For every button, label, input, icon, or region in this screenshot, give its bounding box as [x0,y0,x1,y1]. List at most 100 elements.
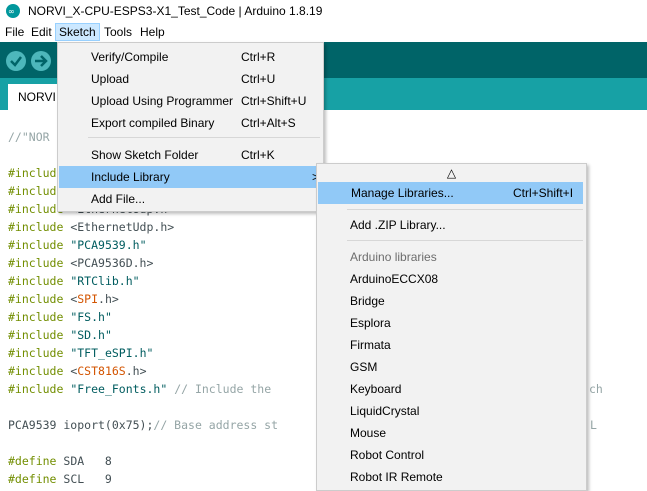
scroll-up-arrow-icon[interactable]: △ [317,164,586,182]
code-token: // Base address st [153,418,279,432]
library-item-label: Robot IR Remote [350,470,443,484]
library-item-label: Esplora [350,316,391,330]
code-fragment: ch [589,382,603,396]
menu-item-verify-compile[interactable]: Verify/Compile Ctrl+R [58,46,323,68]
library-item[interactable]: Robot IR Remote [317,466,586,488]
code-token: #include [8,184,64,198]
menu-item-label: Upload Using Programmer [91,94,234,108]
library-item[interactable]: Esplora [317,312,586,334]
code-token: SDA 8 [56,454,112,468]
menu-item-label: Verify/Compile [91,50,169,64]
code-token: #include [8,220,64,234]
menu-item-shortcut: Ctrl+Alt+S [241,116,296,130]
code-line: #include [8,184,63,202]
include-library-submenu: △ Manage Libraries... Ctrl+Shift+I Add .… [316,163,587,491]
library-item[interactable]: Bridge [317,290,586,312]
menu-item-shortcut: Ctrl+R [241,50,276,64]
code-line: #include <EthernetUdp.h> [8,220,174,238]
menu-item-shortcut: Ctrl+U [241,72,276,86]
code-line: #include <PCA9536D.h> [8,256,153,274]
code-line: #include <CST816S.h> [8,364,147,382]
title-bar: ∞ NORVI_X-CPU-ESPS3-X1_Test_Code | Ardui… [0,0,647,22]
menu-item-shortcut: Ctrl+Shift+U [241,94,307,108]
code-token: #include [8,382,64,396]
upload-button[interactable] [31,51,51,71]
library-item[interactable]: LiquidCrystal [317,400,586,422]
menu-item-label: Export compiled Binary [91,116,215,130]
code-token: "Free_Fonts.h" [70,382,168,396]
library-item-label: GSM [350,360,378,374]
code-token: "RTClib.h" [70,274,140,288]
code-token: .h> [125,364,147,378]
menu-item-add-zip-library[interactable]: Add .ZIP Library... [317,214,586,236]
menu-item-label: Include Library [91,170,170,184]
library-item[interactable]: GSM [317,356,586,378]
code-token: #include [8,328,64,342]
code-line: //"NOR [8,130,50,148]
menu-item-shortcut: Ctrl+K [241,148,275,162]
library-item-label: Firmata [350,338,391,352]
menu-separator [88,137,320,138]
code-line: #define SDA 8 [8,454,112,472]
window-title: NORVI_X-CPU-ESPS3-X1_Test_Code | Arduino… [28,4,323,18]
menu-item-label: Add File... [91,192,146,206]
code-line: PCA9539 ioport(0x75);// Base address st [8,418,278,436]
code-line: #include [8,166,63,184]
code-line: #include "TFT_eSPI.h" [8,346,153,364]
code-line: #include "RTClib.h" [8,274,140,292]
code-token: #include [8,202,64,216]
menu-item-add-file[interactable]: Add File... [58,188,323,210]
menu-item-label: Upload [91,72,130,86]
section-header-arduino-libraries: Arduino libraries [317,246,586,268]
menu-sketch[interactable]: Sketch [55,23,100,41]
code-line: #include "FS.h" [8,310,112,328]
menu-item-label: Manage Libraries... [351,186,454,200]
menu-item-show-sketch-folder[interactable]: Show Sketch Folder Ctrl+K [58,144,323,166]
code-token: .h> [98,292,119,306]
menu-separator [347,209,583,210]
code-fragment: L [590,418,597,432]
menu-file[interactable]: File [2,24,27,40]
verify-button[interactable] [6,51,26,71]
code-token: "SD.h" [70,328,112,342]
code-token: <EthernetUdp.h> [63,220,175,234]
code-token: PCA9539 ioport(0x75); [8,418,154,432]
check-icon [10,56,22,67]
code-line: #include "SD.h" [8,328,112,346]
code-token: //"NOR [8,130,50,144]
library-item[interactable]: Robot Control [317,444,586,466]
code-token: #include [8,364,64,378]
menu-item-upload-using-programmer[interactable]: Upload Using Programmer Ctrl+Shift+U [58,90,323,112]
library-item-label: LiquidCrystal [350,404,420,418]
menu-item-manage-libraries[interactable]: Manage Libraries... Ctrl+Shift+I [318,182,583,204]
library-item[interactable]: Keyboard [317,378,586,400]
code-token: #include [8,292,64,306]
code-token: #include [8,346,64,360]
code-token: "TFT_eSPI.h" [70,346,154,360]
code-token: "FS.h" [70,310,112,324]
library-item[interactable]: Mouse [317,422,586,444]
menu-edit[interactable]: Edit [28,24,55,40]
library-item[interactable]: Firmata [317,334,586,356]
sketch-menu: Verify/Compile Ctrl+R Upload Ctrl+U Uplo… [57,42,324,212]
svg-text:∞: ∞ [8,7,15,16]
code-token: SPI [77,292,99,306]
code-token: #define [8,472,57,486]
menu-help[interactable]: Help [137,24,168,40]
menu-item-upload[interactable]: Upload Ctrl+U [58,68,323,90]
menu-item-label: Show Sketch Folder [91,148,199,162]
menu-item-export-binary[interactable]: Export compiled Binary Ctrl+Alt+S [58,112,323,134]
library-item-label: Mouse [350,426,387,440]
menu-item-include-library[interactable]: Include Library > [59,166,322,188]
code-token: #include [8,310,64,324]
menu-section-label: Arduino libraries [350,250,437,264]
library-item-label: Keyboard [350,382,402,396]
code-line: #include "PCA9539.h" [8,238,147,256]
tab-label: NORVI [18,90,56,104]
menu-item-label: Add .ZIP Library... [350,218,446,232]
library-item[interactable]: ArduinoECCX08 [317,268,586,290]
library-item-label: ArduinoECCX08 [350,272,439,286]
menu-tools[interactable]: Tools [101,24,135,40]
code-token: #include [8,166,64,180]
code-token: #include [8,256,64,270]
